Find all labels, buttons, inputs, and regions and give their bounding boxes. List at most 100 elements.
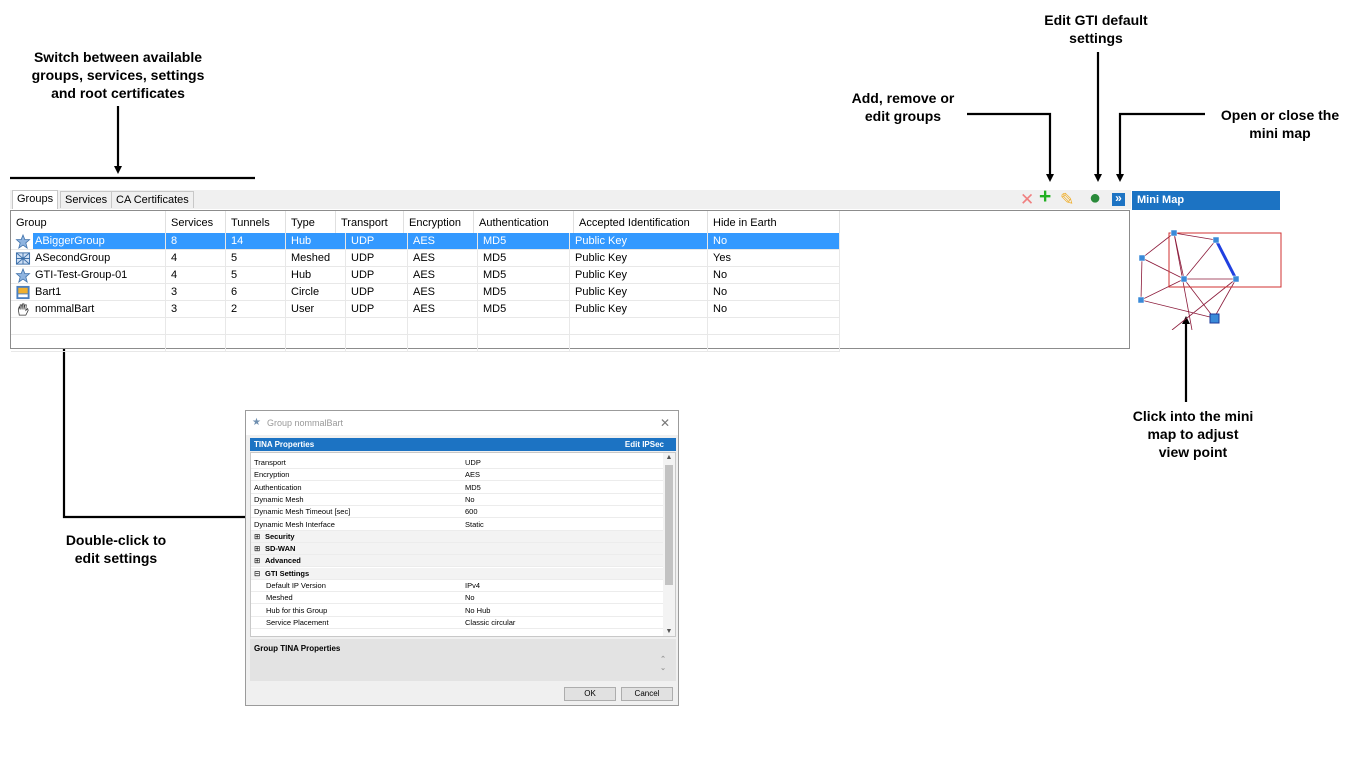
property-category[interactable]: ⊞ SD-WAN <box>251 543 663 556</box>
table-row[interactable]: ABiggerGroup 8 14 Hub UDP AES MD5 Public Key No <box>11 233 1129 250</box>
remove-group-icon[interactable]: ✕ <box>1020 191 1034 208</box>
table-row[interactable]: GTI-Test-Group-01 4 5 Hub UDP AES MD5 Public Ke… <box>11 267 1129 284</box>
expand-icon[interactable]: ⊞ <box>254 555 260 567</box>
table-row-empty <box>11 335 1129 352</box>
property-value[interactable]: Static <box>465 519 484 531</box>
cell-group: GTI-Test-Group-01 <box>11 267 166 284</box>
property-row[interactable]: Dynamic Mesh No <box>251 494 663 506</box>
cell-type: User <box>286 301 346 318</box>
property-category[interactable]: ⊞ Security <box>251 530 663 543</box>
scroll-up-icon[interactable]: ▲ <box>663 454 675 461</box>
star-icon <box>15 267 31 283</box>
cell-authentication: MD5 <box>478 233 570 250</box>
cell-encryption: AES <box>408 267 478 284</box>
close-icon[interactable]: ✕ <box>660 411 670 435</box>
cell-tunnels: 6 <box>226 284 286 301</box>
cell-type: Hub <box>286 267 346 284</box>
cancel-button[interactable]: Cancel <box>621 687 673 701</box>
edit-group-icon[interactable]: ✎ <box>1060 191 1074 208</box>
expand-icon[interactable]: ⊞ <box>254 531 260 543</box>
property-row[interactable]: Encryption AES <box>251 469 663 482</box>
group-settings-dialog: ★ Group nommalBart ✕ TINA Properties Edi… <box>245 410 679 706</box>
dialog-titlebar: ★ Group nommalBart ✕ <box>246 411 678 435</box>
cell-type: Circle <box>286 284 346 301</box>
cell-authentication: MD5 <box>478 284 570 301</box>
property-name: Service Placement <box>266 617 329 627</box>
property-value[interactable]: No <box>465 494 475 506</box>
tab-groups[interactable]: Groups <box>12 190 59 209</box>
column-header-authentication[interactable]: Authentication <box>474 211 574 233</box>
property-name: SD-WAN <box>265 544 296 554</box>
property-grid-scrollbar[interactable]: ▲ ▼ <box>663 453 675 636</box>
callout-double-click: Double-click to edit settings <box>65 532 167 566</box>
add-group-icon[interactable]: + <box>1039 186 1051 207</box>
property-name: Meshed <box>266 593 293 603</box>
property-value[interactable]: AES <box>465 469 480 481</box>
table-row[interactable]: ASecondGroup 4 5 Meshed UDP AES MD5 Public Key Y… <box>11 250 1129 267</box>
property-name: Hub for this Group <box>266 605 328 615</box>
property-name: Authentication <box>254 482 302 492</box>
property-name: Security <box>265 531 295 541</box>
cell-services: 3 <box>166 301 226 318</box>
toggle-minimap-icon[interactable]: » <box>1112 192 1125 206</box>
property-row[interactable]: Transport UDP <box>251 457 663 469</box>
callout-click-minimap: Click into the mini map to adjust view p… <box>1132 408 1254 460</box>
column-header-hide-in-earth[interactable]: Hide in Earth <box>708 211 840 233</box>
property-description: Group TINA Properties <box>254 644 341 653</box>
property-row[interactable]: Dynamic Mesh Interface Static <box>251 519 663 531</box>
property-category[interactable]: ⊞ Advanced <box>251 555 663 568</box>
property-value[interactable]: 600 <box>465 506 478 518</box>
dialog-title: Group nommalBart <box>267 418 344 428</box>
property-value[interactable]: MD5 <box>465 482 481 494</box>
cell-hide-in-earth: No <box>708 267 840 284</box>
cell-services: 4 <box>166 250 226 267</box>
property-value[interactable]: Classic circular <box>465 617 515 629</box>
cell-transport: UDP <box>346 250 408 267</box>
ok-button[interactable]: OK <box>564 687 616 701</box>
tab-strip: Groups Services CA Certificates <box>10 190 1131 209</box>
expand-icon[interactable]: ⊞ <box>254 543 260 555</box>
property-category[interactable]: ⊟ GTI Settings <box>251 567 663 580</box>
cell-encryption: AES <box>408 233 478 250</box>
cell-hide-in-earth: No <box>708 233 840 250</box>
cell-accepted-identification: Public Key <box>570 267 708 284</box>
property-value[interactable]: No <box>465 592 475 604</box>
column-header-services[interactable]: Services <box>166 211 226 233</box>
property-row[interactable]: Meshed No <box>251 592 663 605</box>
property-name: Dynamic Mesh Timeout [sec] <box>254 507 351 517</box>
table-header: Group Services Tunnels Type Transport En… <box>11 211 1129 233</box>
callout-switch-tabs: Switch between available groups, service… <box>31 49 205 101</box>
property-value[interactable]: IPv4 <box>465 580 480 592</box>
table-row[interactable]: nommalBart 3 2 User UDP AES MD5 Public Key No <box>11 301 1129 318</box>
tab-ca-certificates[interactable]: CA Certificates <box>111 191 194 208</box>
minimap-canvas[interactable] <box>1132 210 1282 330</box>
scroll-down-icon[interactable]: ▼ <box>663 628 675 635</box>
property-row[interactable]: Service Placement Classic circular <box>251 617 663 629</box>
cell-hide-in-earth: Yes <box>708 250 840 267</box>
property-value[interactable]: No Hub <box>465 605 490 617</box>
property-row[interactable]: Default IP Version IPv4 <box>251 580 663 592</box>
cell-authentication: MD5 <box>478 301 570 318</box>
cell-accepted-identification: Public Key <box>570 301 708 318</box>
scrollbar-thumb[interactable] <box>665 465 673 585</box>
property-row[interactable]: Dynamic Mesh Timeout [sec] 600 <box>251 506 663 519</box>
globe-icon[interactable]: ● <box>1089 188 1101 208</box>
cell-transport: UDP <box>346 301 408 318</box>
table-row[interactable]: Bart1 3 6 Circle UDP AES MD5 Public Key No <box>11 284 1129 301</box>
column-header-type[interactable]: Type <box>286 211 336 233</box>
collapse-icon[interactable]: ⊟ <box>254 568 260 580</box>
column-header-tunnels[interactable]: Tunnels <box>226 211 286 233</box>
column-header-encryption[interactable]: Encryption <box>404 211 474 233</box>
cell-accepted-identification: Public Key <box>570 233 708 250</box>
property-name: GTI Settings <box>265 568 310 578</box>
column-header-group[interactable]: Group <box>11 211 166 233</box>
edit-ipsec-link[interactable]: Edit IPSec <box>625 438 664 451</box>
column-header-transport[interactable]: Transport <box>336 211 404 233</box>
property-row[interactable]: Authentication MD5 <box>251 482 663 494</box>
cell-accepted-identification: Public Key <box>570 284 708 301</box>
cell-services: 3 <box>166 284 226 301</box>
property-value[interactable]: UDP <box>465 457 481 469</box>
tab-services[interactable]: Services <box>60 191 113 208</box>
column-header-accepted-identification[interactable]: Accepted Identification <box>574 211 708 233</box>
property-row[interactable]: Hub for this Group No Hub <box>251 605 663 617</box>
